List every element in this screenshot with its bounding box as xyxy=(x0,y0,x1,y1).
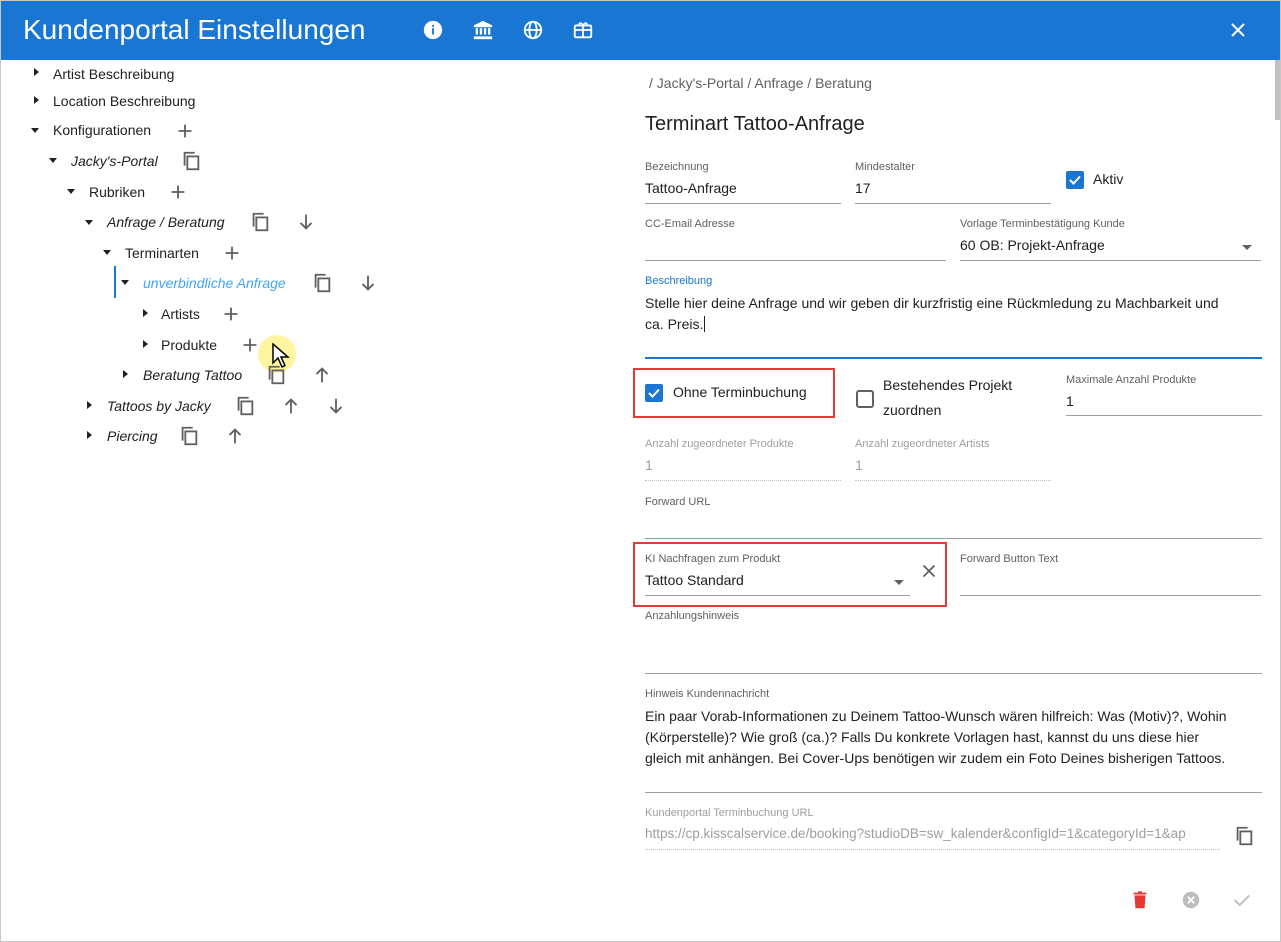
copy-icon[interactable] xyxy=(249,211,271,233)
arrow-up-icon[interactable] xyxy=(224,425,246,447)
forward-button-text-field[interactable]: Forward Button Text xyxy=(960,553,1261,596)
add-icon[interactable] xyxy=(239,334,261,356)
tree-item-tattoos-by-jacky[interactable]: Tattoos by Jacky xyxy=(107,392,211,420)
gift-card-icon[interactable] xyxy=(572,19,594,41)
mindestalter-field[interactable]: Mindestalter 17 xyxy=(855,161,1051,204)
tree-item-rubriken[interactable]: Rubriken xyxy=(89,178,145,206)
bezeichnung-field[interactable]: Bezeichnung Tattoo-Anfrage xyxy=(645,161,841,204)
collapse-down-icon[interactable] xyxy=(66,186,76,196)
scrollbar[interactable] xyxy=(1275,60,1280,120)
max-produkte-field[interactable]: Maximale Anzahl Produkte 1 xyxy=(1066,374,1262,416)
delete-icon[interactable] xyxy=(1129,889,1151,911)
collapse-down-icon[interactable] xyxy=(48,155,58,165)
close-icon[interactable] xyxy=(1226,18,1250,42)
collapse-down-icon[interactable] xyxy=(102,247,112,257)
clear-icon[interactable] xyxy=(918,560,940,582)
anzahl-produkte-field: Anzahl zugeordneter Produkte 1 xyxy=(645,438,841,481)
anzahlungshinweis-field[interactable]: Anzahlungshinweis xyxy=(645,610,1262,674)
breadcrumb: / Jacky's-Portal / Anfrage / Beratung xyxy=(649,75,872,91)
terminbuchung-url-field: Kundenportal Terminbuchung URL https://c… xyxy=(645,807,1220,850)
add-icon[interactable] xyxy=(221,242,243,264)
tree-item-artists[interactable]: Artists xyxy=(161,300,200,328)
expand-right-icon[interactable] xyxy=(140,339,150,349)
expand-right-icon[interactable] xyxy=(31,95,41,105)
cc-email-field[interactable]: CC-Email Adresse xyxy=(645,218,946,261)
tree-item-jackys-portal[interactable]: Jacky's-Portal xyxy=(71,147,158,175)
hinweis-kundennachricht-field[interactable]: Hinweis Kundennachricht Ein paar Vorab-I… xyxy=(645,688,1262,793)
beschreibung-field[interactable]: Beschreibung Stelle hier deine Anfrage u… xyxy=(645,275,1262,359)
ki-nachfragen-select[interactable]: KI Nachfragen zum Produkt Tattoo Standar… xyxy=(645,553,910,596)
form-title: Terminart Tattoo-Anfrage xyxy=(645,113,865,135)
copy-url-icon[interactable] xyxy=(1233,825,1255,847)
add-icon[interactable] xyxy=(167,181,189,203)
dialog-title: Kundenportal Einstellungen xyxy=(23,14,366,45)
aktiv-label: Aktiv xyxy=(1093,171,1124,187)
config-tree: Artist Beschreibung Location Beschreibun… xyxy=(1,60,601,940)
aktiv-checkbox[interactable] xyxy=(1066,171,1084,189)
dialog-header: Kundenportal Einstellungen xyxy=(1,1,1280,60)
selection-indicator xyxy=(114,266,116,298)
copy-icon[interactable] xyxy=(311,272,333,294)
copy-icon[interactable] xyxy=(178,425,200,447)
bestehendes-projekt-label-line2: zuordnen xyxy=(883,402,942,418)
collapse-down-icon[interactable] xyxy=(120,277,130,287)
arrow-up-icon[interactable] xyxy=(311,364,333,386)
arrow-up-icon[interactable] xyxy=(280,395,302,417)
globe-icon[interactable] xyxy=(522,19,544,41)
bestehendes-projekt-label: Bestehendes Projekt xyxy=(883,377,1013,393)
vorlage-select[interactable]: Vorlage Terminbestätigung Kunde 60 OB: P… xyxy=(960,218,1261,261)
arrow-down-icon[interactable] xyxy=(325,395,347,417)
settings-dialog: Kundenportal Einstellungen Artist Beschr… xyxy=(0,0,1281,942)
bank-icon[interactable] xyxy=(472,19,494,41)
save-check-icon[interactable] xyxy=(1231,889,1253,911)
tree-item-beratung-tattoo[interactable]: Beratung Tattoo xyxy=(143,361,242,389)
tree-item-anfrage-beratung[interactable]: Anfrage / Beratung xyxy=(107,208,225,236)
copy-icon[interactable] xyxy=(180,150,202,172)
expand-right-icon[interactable] xyxy=(120,369,130,379)
copy-icon[interactable] xyxy=(265,364,287,386)
tree-item-location-beschreibung[interactable]: Location Beschreibung xyxy=(53,87,195,115)
cancel-icon[interactable] xyxy=(1180,889,1202,911)
tree-item-konfigurationen[interactable]: Konfigurationen xyxy=(53,116,151,144)
tree-item-produkte[interactable]: Produkte xyxy=(161,331,217,359)
tree-item-terminarten[interactable]: Terminarten xyxy=(125,239,199,267)
expand-right-icon[interactable] xyxy=(31,67,41,77)
copy-icon[interactable] xyxy=(234,395,256,417)
tree-item-piercing[interactable]: Piercing xyxy=(107,422,158,450)
arrow-down-icon[interactable] xyxy=(295,211,317,233)
info-icon[interactable] xyxy=(422,19,444,41)
collapse-down-icon[interactable] xyxy=(84,217,94,227)
ohne-terminbuchung-label: Ohne Terminbuchung xyxy=(673,384,807,400)
expand-right-icon[interactable] xyxy=(84,400,94,410)
ohne-terminbuchung-checkbox[interactable] xyxy=(645,384,663,402)
expand-right-icon[interactable] xyxy=(140,308,150,318)
bestehendes-projekt-checkbox[interactable] xyxy=(856,390,874,408)
dropdown-arrow-icon[interactable] xyxy=(1241,242,1253,252)
arrow-down-icon[interactable] xyxy=(357,272,379,294)
dropdown-arrow-icon[interactable] xyxy=(893,577,905,587)
add-icon[interactable] xyxy=(220,303,242,325)
forward-url-field[interactable]: Forward URL xyxy=(645,496,1262,539)
expand-right-icon[interactable] xyxy=(84,430,94,440)
add-icon[interactable] xyxy=(174,120,196,142)
collapse-down-icon[interactable] xyxy=(30,125,40,135)
tree-item-unverbindliche-anfrage[interactable]: unverbindliche Anfrage xyxy=(143,269,286,297)
anzahl-artists-field: Anzahl zugeordneter Artists 1 xyxy=(855,438,1051,481)
tree-item-artist-beschreibung[interactable]: Artist Beschreibung xyxy=(53,60,174,88)
